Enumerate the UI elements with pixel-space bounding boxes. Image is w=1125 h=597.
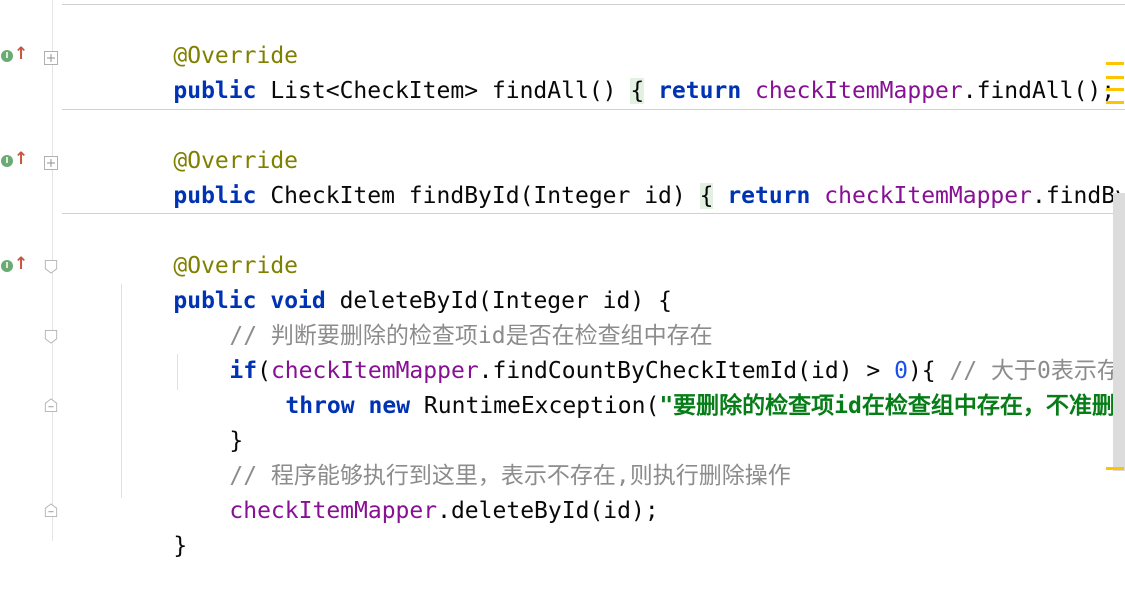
code-line: @Override (118, 5, 298, 39)
keyword-token: new (369, 393, 411, 419)
code-token (741, 78, 755, 104)
field-token: checkItemMapper (755, 78, 963, 104)
keyword-token: public (173, 183, 256, 209)
code-line: checkItemMapper.deleteById(id); (174, 460, 659, 494)
fold-plus-icon[interactable] (44, 51, 58, 65)
code-token (713, 183, 727, 209)
string-token: "要删除的检查项id在检查组中存在，不准删除 (659, 393, 1125, 419)
vertical-scrollbar[interactable] (1113, 193, 1125, 471)
field-token: checkItemMapper (824, 183, 1032, 209)
fold-minus-icon[interactable] (44, 398, 58, 412)
implements-method-icon: I (1, 155, 13, 167)
fold-plus-icon[interactable] (44, 156, 58, 170)
code-token: RuntimeException( (424, 393, 659, 419)
code-line: if(checkItemMapper.findCountByCheckItemI… (174, 320, 1125, 354)
code-token: .findById( (1032, 183, 1125, 209)
implements-method-marker[interactable]: I ↑ (1, 257, 27, 277)
code-line: @Override (118, 110, 298, 144)
code-token: } (173, 533, 187, 559)
code-line: // 程序能够执行到这里，表示不存在,则执行删除操作 (174, 425, 791, 459)
folded-brace[interactable]: { (700, 183, 714, 209)
folded-brace[interactable]: { (630, 78, 644, 104)
warning-stripe-marker[interactable] (1106, 467, 1124, 470)
warning-stripe-marker[interactable] (1106, 62, 1124, 65)
code-token (410, 393, 424, 419)
implements-method-marker[interactable]: I ↑ (1, 47, 27, 67)
fold-minus-icon[interactable] (44, 503, 58, 517)
code-line: public List<CheckItem> findAll() { retur… (118, 40, 1125, 74)
warning-stripe-marker[interactable] (1106, 101, 1124, 104)
code-token (644, 78, 658, 104)
keyword-token: return (727, 183, 810, 209)
keyword-token: public (173, 78, 256, 104)
implements-method-marker[interactable]: I ↑ (1, 152, 27, 172)
implements-method-icon: I (1, 260, 13, 272)
keyword-token: return (658, 78, 741, 104)
keyword-token: throw (285, 393, 354, 419)
code-token: List<CheckItem> findAll() (256, 78, 630, 104)
method-separator (62, 213, 1125, 214)
implements-method-icon: I (1, 50, 13, 62)
code-line: } (118, 495, 187, 529)
code-token (355, 393, 369, 419)
override-arrow-icon: ↑ (14, 150, 28, 168)
code-token: CheckItem findById(Integer id) (256, 183, 699, 209)
override-arrow-icon: ↑ (14, 255, 28, 273)
code-line: } (174, 390, 243, 424)
code-line: throw new RuntimeException("要删除的检查项id在检查… (230, 355, 1125, 389)
code-token: .findAll(); (963, 78, 1125, 104)
override-arrow-icon: ↑ (14, 45, 28, 63)
code-token (810, 183, 824, 209)
code-token: .deleteById(id); (437, 498, 659, 524)
warning-stripe-marker[interactable] (1106, 76, 1124, 79)
warning-stripe-marker[interactable] (1106, 88, 1124, 91)
fold-open-icon[interactable] (44, 330, 58, 344)
code-line: // 判断要删除的检查项id是否在检查组中存在 (174, 285, 713, 319)
code-line: public CheckItem findById(Integer id) { … (118, 145, 1125, 179)
editor-gutter: I ↑ I ↑ I ↑ (0, 0, 53, 541)
fold-open-icon[interactable] (44, 260, 58, 274)
code-line: public void deleteById(Integer id) { (118, 250, 672, 284)
field-token: checkItemMapper (229, 498, 437, 524)
code-line: @Override (118, 215, 298, 249)
